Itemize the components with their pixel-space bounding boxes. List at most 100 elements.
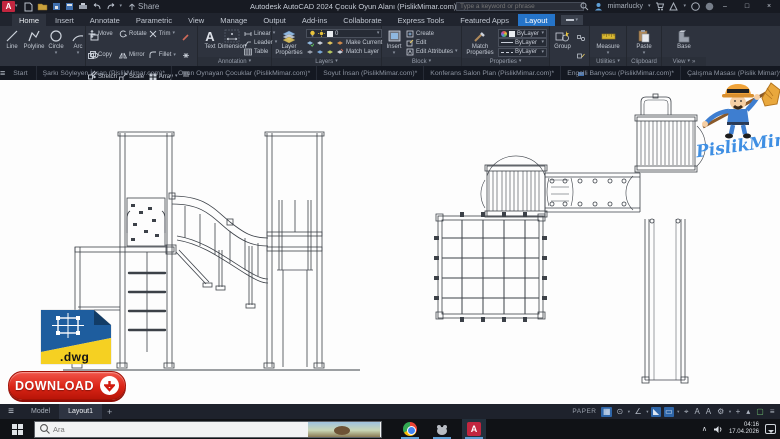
panel-label-utilities[interactable]: Utilities▾	[590, 57, 626, 66]
notifications-icon[interactable]	[705, 2, 714, 11]
new-file-icon[interactable]	[24, 2, 33, 12]
copy-button[interactable]: Copy	[88, 51, 117, 60]
save-as-icon[interactable]	[65, 2, 74, 11]
close-button[interactable]: ×	[758, 0, 780, 13]
autocad-taskbar-icon[interactable]: A	[462, 419, 486, 439]
annotation-scale-icon[interactable]: ⚙	[716, 407, 726, 417]
annotation-visibility-icon[interactable]: A	[693, 407, 701, 417]
app-taskbar-icon[interactable]	[430, 419, 454, 439]
help-search-input[interactable]	[457, 3, 583, 10]
explode-tool-icon[interactable]	[182, 46, 190, 64]
panel-label-annotation[interactable]: Annotation▾	[198, 57, 271, 66]
ribbon-display-toggle[interactable]: ▾	[561, 15, 584, 25]
help-search-box[interactable]	[456, 2, 584, 11]
volume-icon[interactable]	[713, 425, 723, 434]
polar-caret-icon[interactable]: ▾	[646, 409, 648, 415]
cart-icon[interactable]	[655, 2, 664, 11]
edit-block-button[interactable]: Edit	[406, 38, 458, 47]
chevron-down-icon[interactable]: ▾	[15, 4, 18, 9]
color-control[interactable]: ByLayer ▾	[498, 29, 547, 38]
paper-space-label[interactable]: PAPER	[572, 408, 596, 415]
dyninput-caret-icon[interactable]: ▾	[677, 409, 679, 415]
dynamic-input-toggle-icon[interactable]: ▭	[664, 407, 675, 417]
user-icon[interactable]	[594, 2, 603, 11]
tab-insert[interactable]: Insert	[48, 14, 81, 26]
panel-label-clipboard[interactable]: Clipboard	[627, 57, 661, 66]
lineweight-control[interactable]: ByLayer ▾	[498, 38, 547, 47]
panel-label-block[interactable]: Block▾	[382, 57, 461, 66]
grid-toggle-icon[interactable]: ▦	[601, 407, 612, 417]
apps-caret-icon[interactable]: ▾	[683, 4, 686, 9]
panel-label-layers[interactable]: Layers▾	[272, 58, 381, 66]
paste-button[interactable]: Paste ▾	[634, 28, 654, 57]
panel-overflow-icon[interactable]: »	[692, 59, 695, 65]
file-tab[interactable]: Oyun Oynayan Çocuklar (PislikMimar.com)*	[172, 66, 317, 80]
file-tab[interactable]: Engelli Banyosu (PislikMimar.com)*	[561, 66, 681, 80]
make-current-button[interactable]: Make Current	[306, 38, 382, 47]
share-button[interactable]: Share	[128, 2, 159, 11]
tab-collaborate[interactable]: Collaborate	[336, 14, 388, 26]
drawing-canvas[interactable]: PislikMimar .dwg DOWNLOAD	[0, 80, 780, 404]
user-caret-icon[interactable]: ▾	[648, 4, 651, 9]
file-tab[interactable]: Çalışma Masası (Pislik Mimar)*	[681, 66, 780, 80]
autodesk-apps-icon[interactable]	[669, 2, 678, 11]
search-highlight-image[interactable]	[308, 422, 380, 437]
file-tab[interactable]: Soyut İnsan (PislikMimar.com)*	[317, 66, 424, 80]
maximize-button[interactable]: □	[736, 0, 758, 13]
tab-express-tools[interactable]: Express Tools	[391, 14, 452, 26]
mirror-button[interactable]: Mirror	[119, 51, 147, 60]
snap-caret-icon[interactable]: ▾	[628, 409, 630, 415]
tab-manage[interactable]: Manage	[213, 14, 254, 26]
layout-menu-icon[interactable]: ≡	[0, 406, 22, 417]
trim-button[interactable]: Trim▾	[149, 29, 178, 38]
help-icon[interactable]	[691, 2, 700, 11]
selection-cycling-icon[interactable]: ⌖	[682, 407, 690, 417]
measure-button[interactable]: Measure ▾	[595, 28, 620, 57]
match-layer-button[interactable]: Match Layer	[306, 48, 382, 57]
redo-icon[interactable]	[106, 3, 116, 11]
insert-button[interactable]: Insert ▾	[384, 28, 404, 57]
layer-properties-button[interactable]: Layer Properties	[274, 28, 304, 58]
erase-tool-icon[interactable]	[182, 28, 190, 46]
tab-view[interactable]: View	[181, 14, 211, 26]
fillet-button[interactable]: Fillet▾	[149, 51, 178, 60]
search-icon[interactable]	[580, 2, 589, 11]
action-center-icon[interactable]	[765, 424, 776, 434]
annoscale-caret-icon[interactable]: ▾	[729, 409, 731, 415]
minimize-button[interactable]: –	[714, 0, 736, 13]
group-edit-icon[interactable]	[577, 46, 585, 64]
annotation-monitor-icon[interactable]: ▴	[745, 407, 752, 417]
taskbar-search-box[interactable]	[34, 421, 382, 438]
rotate-button[interactable]: Rotate	[119, 29, 147, 38]
open-folder-icon[interactable]	[37, 2, 48, 11]
chrome-taskbar-icon[interactable]	[398, 419, 422, 439]
graphics-performance-icon[interactable]: ▢	[755, 407, 766, 417]
panel-label-properties[interactable]: Properties▾	[462, 58, 549, 66]
file-tab[interactable]: Şarkı Söyleyen İnsan (PislikMimar.com)*	[37, 66, 172, 80]
tab-layout[interactable]: Layout	[518, 14, 555, 26]
dimension-button[interactable]: Dimension	[222, 28, 242, 57]
move-button[interactable]: Move	[88, 29, 117, 38]
linetype-control[interactable]: ByLayer ▾	[498, 48, 547, 57]
snap-toggle-icon[interactable]: ⊙	[615, 407, 625, 417]
tab-addins[interactable]: Add-ins	[295, 14, 334, 26]
layer-select[interactable]: 0 ▾	[306, 29, 382, 38]
customization-icon[interactable]: ≡	[768, 407, 776, 417]
download-button[interactable]: DOWNLOAD	[8, 371, 126, 400]
username[interactable]: mimarlucky	[608, 3, 643, 10]
layout1-tab[interactable]: Layout1	[59, 404, 102, 419]
model-tab[interactable]: Model	[22, 404, 59, 419]
tab-home[interactable]: Home	[12, 14, 46, 26]
taskbar-clock[interactable]: 04:16 17.04.2026	[729, 422, 759, 437]
panel-label-view[interactable]: View▾»	[662, 57, 706, 66]
file-tab[interactable]: Konferans Salon Plan (PislikMimar.com)*	[424, 66, 561, 80]
tab-annotate[interactable]: Annotate	[83, 14, 127, 26]
base-button[interactable]: Base	[674, 28, 694, 57]
plot-icon[interactable]	[78, 2, 88, 11]
save-icon[interactable]	[52, 2, 61, 11]
start-button[interactable]	[0, 419, 34, 439]
workspace-icon[interactable]: +	[734, 407, 742, 417]
new-layout-button[interactable]: +	[107, 407, 112, 417]
taskbar-search-input[interactable]	[51, 425, 308, 434]
ungroup-icon[interactable]	[577, 28, 585, 46]
